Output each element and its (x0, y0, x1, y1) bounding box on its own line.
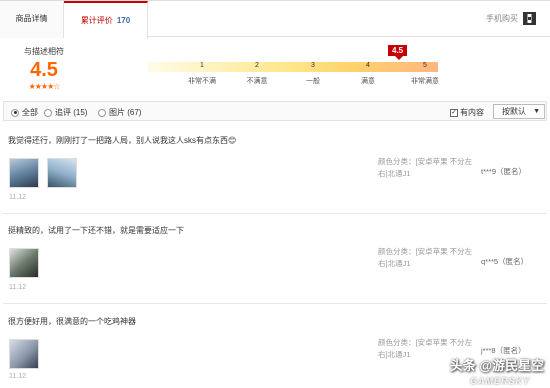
filter-all-label: 全部 (22, 108, 38, 117)
rating-tick: 1 (200, 62, 204, 69)
watermark-logo: GAMERSKY (469, 376, 530, 386)
rating-level-label: 满意 (361, 78, 375, 85)
review-sku: 颜色分类：[安卓苹果 不分左右]北通J1 (378, 247, 473, 268)
rating-level-label: 非常满意 (411, 78, 439, 85)
tab-bar: 商品详情 累计评价 170 手机购买 (0, 0, 550, 39)
review-image-thumbnail[interactable] (9, 248, 39, 278)
review-item: 我觉得还行，刚刚打了一把路人局，别人说我这人sks有点东西😊 11.12 颜色分… (3, 128, 547, 214)
radio-selected-icon[interactable] (11, 108, 19, 117)
review-date: 11.12 (9, 194, 26, 201)
rating-level-label: 一般 (306, 78, 320, 85)
rating-tick: 4 (366, 62, 370, 69)
filter-images-radio[interactable]: 图片 (67) (98, 107, 141, 118)
mobile-buy-label: 手机购买 (486, 14, 518, 23)
tab-reviews-label: 累计评价 (80, 16, 113, 25)
rating-score: 4.5 (30, 59, 58, 81)
star-rating-icon: ★★★★☆ (28, 82, 61, 91)
rating-label: 与描述相符 (24, 47, 64, 56)
review-images (9, 339, 39, 369)
tab-description[interactable]: 商品详情 (0, 1, 64, 38)
chevron-down-icon: ▼ (533, 108, 540, 115)
review-text: 很方便好用，很满意的一个吃鸡神器 (8, 317, 136, 326)
rating-tick: 5 (423, 62, 427, 69)
radio-icon[interactable] (98, 108, 106, 117)
filter-followup-label: 追评 (15) (55, 108, 88, 117)
review-text: 我觉得还行，刚刚打了一把路人局，别人说我这人sks有点东西😊 (8, 136, 237, 145)
review-date: 11.12 (9, 373, 26, 380)
tab-reviews[interactable]: 累计评价 170 (64, 1, 148, 39)
review-text: 挺精致的，试用了一下还不错，就是需要适应一下 (8, 226, 184, 235)
filter-images-label: 图片 (67) (109, 108, 142, 117)
review-image-thumbnail[interactable] (47, 158, 77, 188)
sort-select-value: 按默认 (502, 107, 526, 116)
reviews-count: 170 (116, 16, 131, 25)
filter-followup-radio[interactable]: 追评 (15) (44, 107, 87, 118)
rating-level-label: 不满意 (246, 78, 268, 85)
radio-icon[interactable] (44, 108, 52, 117)
review-image-thumbnail[interactable] (9, 158, 39, 188)
rating-scale: 4.5 1 2 3 4 5 非常不满 不满意 一般 满意 非常满意 (148, 45, 448, 95)
review-images (9, 158, 77, 188)
rating-level-label: 非常不满 (188, 78, 216, 85)
rating-tick: 3 (311, 62, 315, 69)
review-date: 11.12 (9, 284, 26, 291)
mobile-buy-link[interactable]: 手机购买 (486, 12, 536, 25)
filter-all-radio[interactable]: 全部 (11, 107, 38, 118)
review-images (9, 248, 39, 278)
rating-tick: 2 (255, 62, 259, 69)
review-filter-bar: 全部 追评 (15) 图片 (67) ✓ 有内容 按默认 ▼ (3, 101, 547, 121)
qr-code-icon[interactable] (523, 12, 536, 25)
has-content-checkbox[interactable]: ✓ 有内容 (450, 107, 484, 118)
review-image-thumbnail[interactable] (9, 339, 39, 369)
rating-summary: 与描述相符 4.5 ★★★★☆ (12, 46, 76, 91)
review-item: 很方便好用，很满意的一个吃鸡神器 11.12 颜色分类：[安卓苹果 不分左右]北… (3, 309, 547, 388)
review-user: q***5（匿名） (481, 257, 529, 266)
review-user: t***9（匿名） (481, 167, 527, 176)
watermark: 头条 @游民星空 (449, 358, 544, 373)
review-item: 挺精致的，试用了一下还不错，就是需要适应一下 11.12 颜色分类：[安卓苹果 … (3, 218, 547, 304)
rating-flag: 4.5 (388, 45, 408, 60)
has-content-label: 有内容 (460, 108, 484, 117)
sort-select[interactable]: 按默认 ▼ (493, 104, 545, 119)
checkbox-checked-icon[interactable]: ✓ (450, 108, 458, 117)
review-sku: 颜色分类：[安卓苹果 不分左右]北通J1 (378, 157, 473, 178)
